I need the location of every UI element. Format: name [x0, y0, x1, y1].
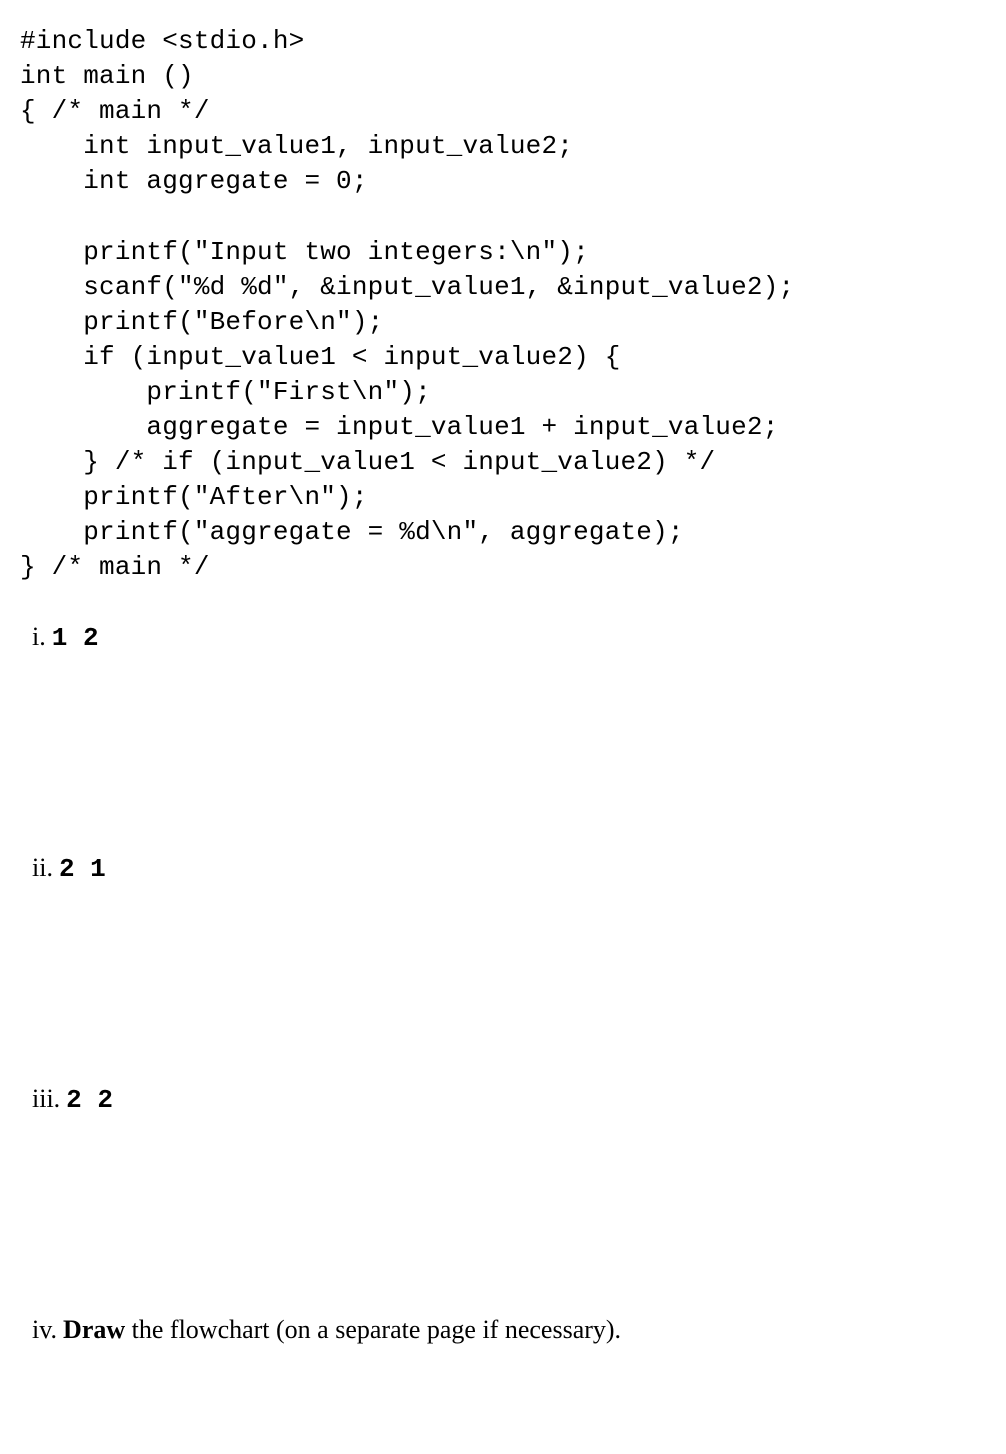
bold-word: Draw — [63, 1315, 125, 1344]
question-numeral: i. — [32, 622, 46, 651]
question-instruction: Draw the flowchart (on a separate page i… — [63, 1315, 621, 1344]
code-line: scanf("%d %d", &input_value1, &input_val… — [20, 272, 794, 302]
code-line: printf("After\n"); — [20, 482, 368, 512]
code-line: int input_value1, input_value2; — [20, 131, 573, 161]
code-block: #include <stdio.h> int main () { /* main… — [20, 24, 986, 586]
question-input: 1 2 — [52, 623, 99, 653]
question-numeral: ii. — [32, 853, 53, 882]
code-line: int main () — [20, 61, 194, 91]
code-line: if (input_value1 < input_value2) { — [20, 342, 621, 372]
code-line: #include <stdio.h> — [20, 26, 304, 56]
code-line: printf("Input two integers:\n"); — [20, 237, 589, 267]
question-list: i.1 2 ii. 2 1 iii.2 2 iv.Draw the flowcha… — [20, 622, 986, 1345]
code-line: } /* main */ — [20, 552, 210, 582]
code-line: { /* main */ — [20, 96, 210, 126]
code-line: } /* if (input_value1 < input_value2) */ — [20, 447, 715, 477]
question-numeral: iv. — [32, 1315, 57, 1344]
code-line: printf("First\n"); — [20, 377, 431, 407]
code-line: printf("Before\n"); — [20, 307, 383, 337]
question-input: 2 2 — [66, 1085, 113, 1115]
question-numeral: iii. — [32, 1084, 60, 1113]
code-line: aggregate = input_value1 + input_value2; — [20, 412, 779, 442]
question-input: 2 1 — [59, 854, 106, 884]
code-line: printf("aggregate = %d\n", aggregate); — [20, 517, 684, 547]
question-i: i.1 2 — [32, 622, 986, 653]
question-ii: ii. 2 1 — [32, 853, 986, 884]
question-iv: iv.Draw the flowchart (on a separate pag… — [32, 1315, 986, 1345]
code-line: int aggregate = 0; — [20, 166, 368, 196]
question-iii: iii.2 2 — [32, 1084, 986, 1115]
instruction-rest: the flowchart (on a separate page if nec… — [125, 1315, 621, 1344]
